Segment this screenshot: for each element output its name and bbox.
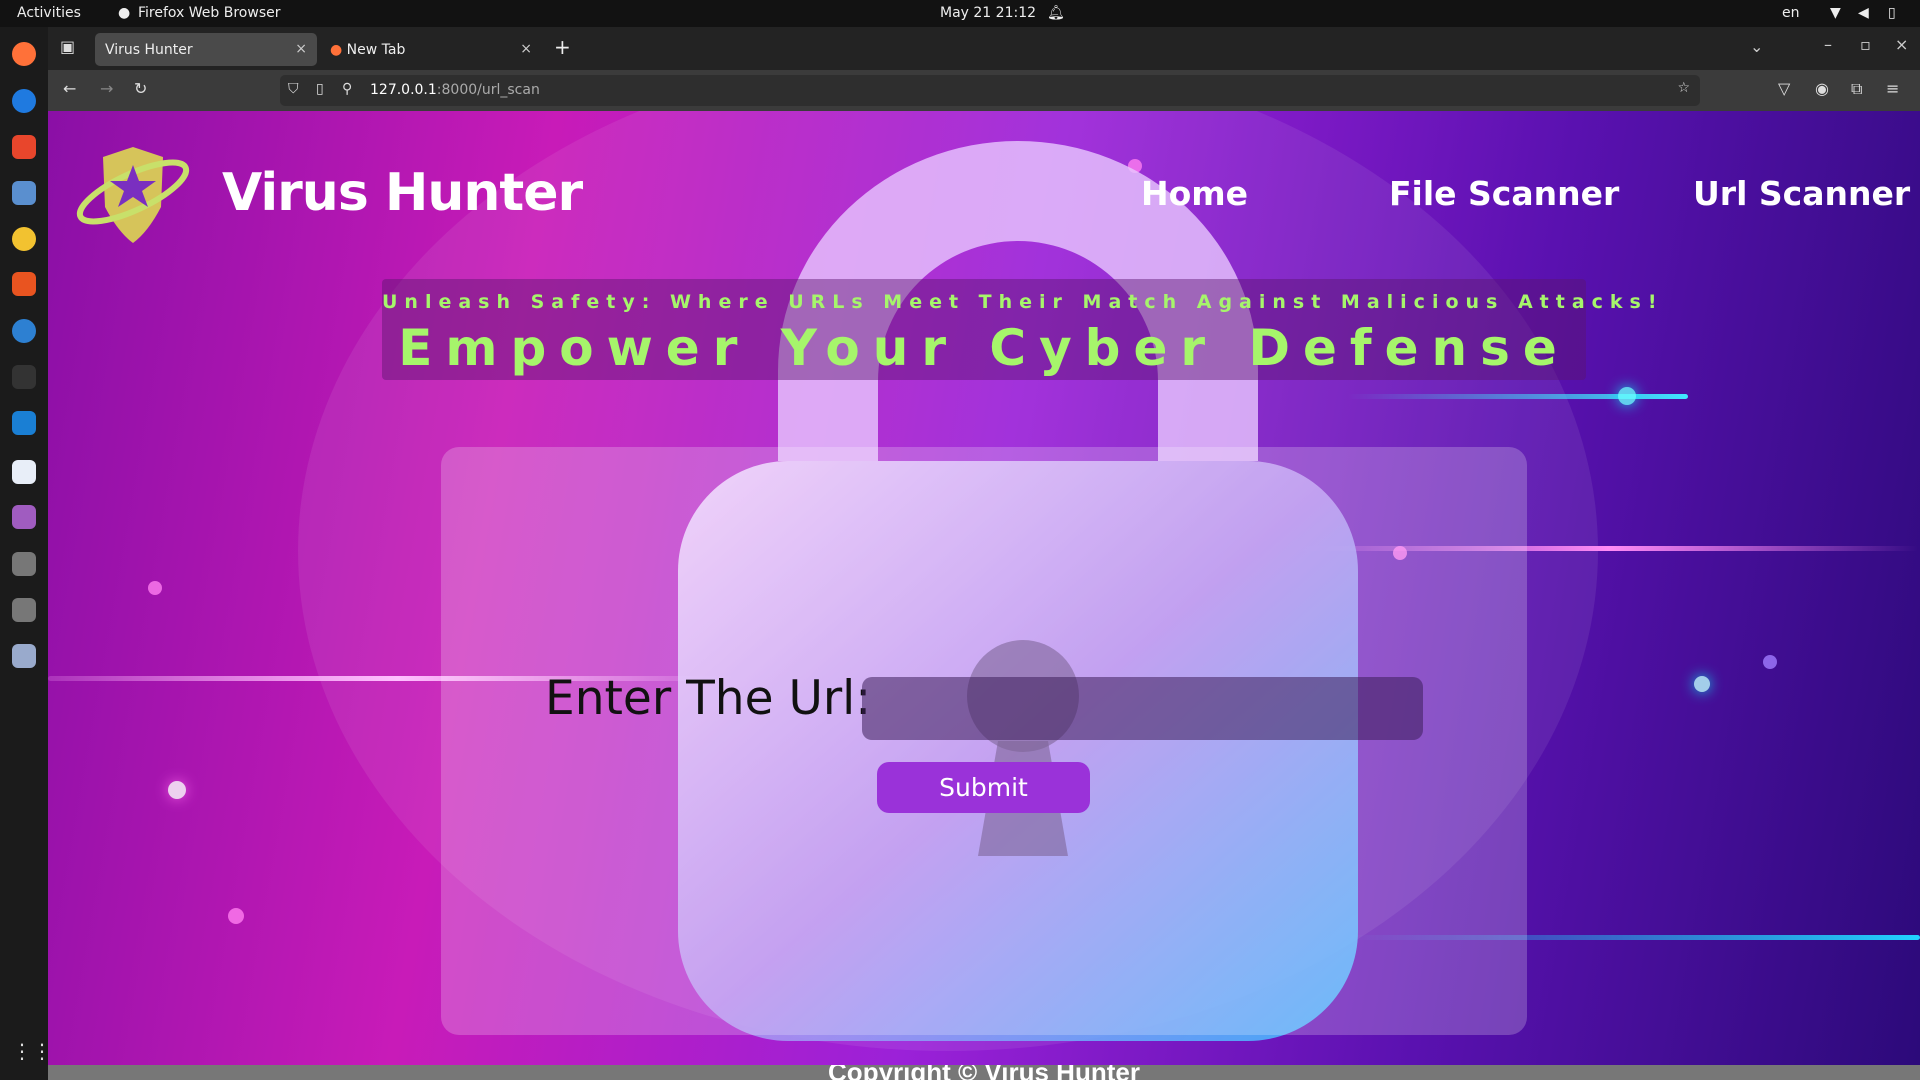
dot xyxy=(228,908,244,924)
page-icon[interactable]: ▯ xyxy=(316,81,324,97)
menu-icon[interactable]: ≡ xyxy=(1886,79,1899,98)
account-icon[interactable]: ◉ xyxy=(1815,79,1829,98)
tab-title: Virus Hunter xyxy=(105,42,193,58)
glow-node xyxy=(1694,676,1710,692)
brand-title[interactable]: Virus Hunter xyxy=(222,163,583,223)
address-bar[interactable]: ⛉ ▯ ⚲ 127.0.0.1:8000/url_scan ☆ xyxy=(280,75,1700,106)
clock[interactable]: May 21 21:12 xyxy=(940,5,1036,21)
firefox-icon: ● xyxy=(118,5,131,21)
tab-overview-icon[interactable]: ▣ xyxy=(60,37,75,56)
nav-url-scanner[interactable]: Url Scanner xyxy=(1693,174,1910,213)
url-input[interactable] xyxy=(862,677,1423,740)
close-window-button[interactable]: × xyxy=(1895,35,1908,54)
footer: Copyright © Virus Hunter xyxy=(48,1065,1920,1080)
drive-icon[interactable] xyxy=(12,598,36,622)
wifi-icon[interactable]: ▼ xyxy=(1830,5,1841,21)
bell-icon[interactable]: 🔔︎ xyxy=(1047,5,1065,21)
close-tab-icon[interactable]: × xyxy=(295,41,307,57)
url-label: Enter The Url: xyxy=(545,671,872,726)
url-path: :8000/url_scan xyxy=(436,82,540,98)
new-tab-button[interactable]: + xyxy=(554,35,571,59)
minimize-button[interactable]: – xyxy=(1824,35,1832,54)
drive-icon[interactable] xyxy=(12,552,36,576)
glow-node xyxy=(1618,387,1636,405)
dot xyxy=(1763,655,1777,669)
bookmark-star-icon[interactable]: ☆ xyxy=(1677,80,1690,96)
software-icon[interactable] xyxy=(12,272,36,296)
pocket-icon[interactable]: ▽ xyxy=(1778,79,1790,98)
extensions-icon[interactable]: ⧉ xyxy=(1851,79,1862,99)
back-button[interactable]: ← xyxy=(63,79,76,98)
firefox-icon[interactable] xyxy=(12,42,36,66)
forward-button[interactable]: → xyxy=(100,79,113,98)
language-indicator[interactable]: en xyxy=(1782,5,1800,21)
tagline: Unleash Safety: Where URLs Meet Their Ma… xyxy=(382,291,1664,313)
thunderbird-icon[interactable] xyxy=(12,89,36,113)
shield-icon[interactable]: ⛉ xyxy=(288,81,299,97)
hero-banner: Unleash Safety: Where URLs Meet Their Ma… xyxy=(382,279,1664,380)
headline: Empower Your Cyber Defense xyxy=(398,319,1570,377)
terminal-icon[interactable] xyxy=(12,365,36,389)
shield-logo-icon xyxy=(76,147,190,243)
apps-grid-icon[interactable]: ⋮⋮ xyxy=(12,1039,52,1063)
tab-new-tab[interactable]: ● New Tab × xyxy=(320,33,542,66)
navigation-toolbar: ← → ↻ ⛉ ▯ ⚲ 127.0.0.1:8000/url_scan ☆ ▽ … xyxy=(48,70,1920,111)
help-icon[interactable] xyxy=(12,319,36,343)
firefox-icon: ● xyxy=(330,42,343,58)
tab-title: New Tab xyxy=(346,42,406,58)
reload-button[interactable]: ↻ xyxy=(134,79,147,98)
brave-icon[interactable] xyxy=(12,135,36,159)
activities-button[interactable]: Activities xyxy=(17,5,81,21)
trash-icon[interactable] xyxy=(12,644,36,668)
rhythmbox-icon[interactable] xyxy=(12,227,36,251)
tab-bar: ▣ Virus Hunter × ● New Tab × + ⌄ – ▫ × xyxy=(48,27,1920,70)
page-content: Virus Hunter Home File Scanner Url Scann… xyxy=(48,111,1920,1065)
list-tabs-chevron-icon[interactable]: ⌄ xyxy=(1750,37,1763,56)
battery-icon[interactable]: ▯ xyxy=(1888,5,1896,21)
close-tab-icon[interactable]: × xyxy=(520,41,532,57)
app-name: Firefox Web Browser xyxy=(138,5,281,21)
nav-home[interactable]: Home xyxy=(1141,174,1248,213)
system-top-bar: Activities ● Firefox Web Browser May 21 … xyxy=(0,0,1920,27)
glow-node xyxy=(168,781,186,799)
dock: ⋮⋮ xyxy=(0,27,52,1080)
files-icon[interactable] xyxy=(12,181,36,205)
maximize-button[interactable]: ▫ xyxy=(1860,35,1871,54)
submit-button[interactable]: Submit xyxy=(877,762,1090,813)
nav-file-scanner[interactable]: File Scanner xyxy=(1389,174,1619,213)
tab-virus-hunter[interactable]: Virus Hunter × xyxy=(95,33,317,66)
url-host: 127.0.0.1 xyxy=(370,82,437,98)
video-icon[interactable] xyxy=(12,505,36,529)
url-form-panel xyxy=(441,447,1527,1035)
vscode-icon[interactable] xyxy=(12,411,36,435)
volume-icon[interactable]: ◀ xyxy=(1858,5,1869,21)
permissions-icon[interactable]: ⚲ xyxy=(342,81,352,97)
copyright-text: Copyright © Virus Hunter xyxy=(828,1065,1140,1080)
dot xyxy=(148,581,162,595)
text-editor-icon[interactable] xyxy=(12,460,36,484)
